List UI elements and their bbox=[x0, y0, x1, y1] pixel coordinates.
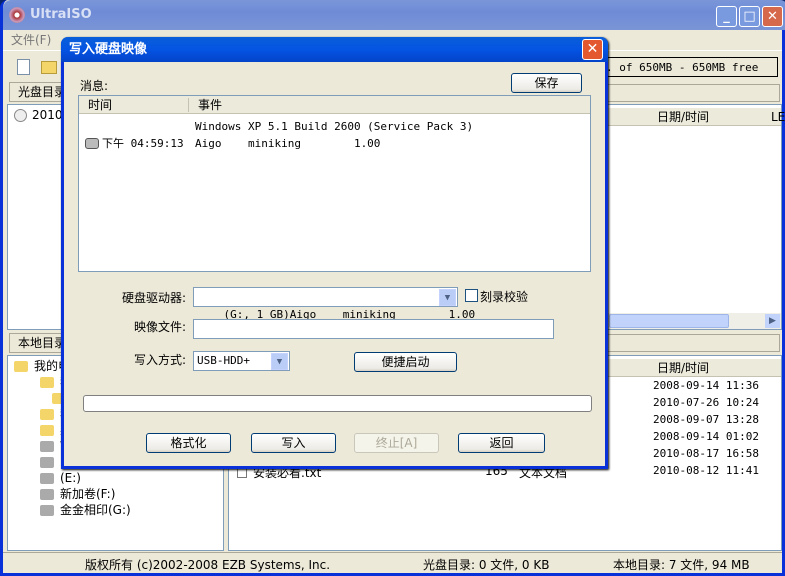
write-method-label: 写入方式: bbox=[133, 353, 186, 367]
scroll-thumb[interactable] bbox=[609, 314, 729, 328]
dialog-title-bar: 写入硬盘映像 ✕ bbox=[61, 37, 608, 62]
file-date: 2008-09-14 01:02 bbox=[653, 430, 759, 443]
dialog-close-button[interactable]: ✕ bbox=[582, 39, 603, 60]
app-title: UltraISO bbox=[30, 7, 92, 22]
column-divider bbox=[188, 98, 189, 112]
progress-bar bbox=[83, 395, 592, 412]
file-date: 2010-08-17 16:58 bbox=[653, 447, 759, 460]
message-log[interactable]: 时间 事件 Windows XP 5.1 Build 2600 (Service… bbox=[78, 95, 591, 272]
local-dir-label: 本地目录 bbox=[18, 336, 67, 350]
write-method-select[interactable]: USB-HDD+ ▼ bbox=[193, 351, 290, 371]
folder-icon bbox=[40, 409, 54, 420]
local-path-bar bbox=[603, 334, 780, 352]
chevron-down-icon[interactable]: ▼ bbox=[439, 289, 456, 306]
file-date: 2008-09-14 11:36 bbox=[653, 379, 759, 392]
verify-checkbox[interactable] bbox=[465, 289, 478, 302]
chevron-down-icon[interactable]: ▼ bbox=[271, 353, 288, 370]
usb-drive-icon bbox=[85, 138, 99, 149]
app-icon bbox=[9, 7, 25, 23]
log-event: Windows XP 5.1 Build 2600 (Service Pack … bbox=[195, 120, 474, 133]
col-time[interactable]: 时间 bbox=[88, 96, 112, 114]
scroll-right-arrow[interactable]: ▶ bbox=[765, 314, 780, 328]
col-date[interactable]: 日期/时间 bbox=[657, 108, 709, 126]
log-event: Aigo miniking 1.00 bbox=[195, 137, 381, 150]
tree-item-label: (E:) bbox=[60, 471, 81, 485]
new-icon[interactable] bbox=[17, 59, 30, 75]
cd-dir-label: 光盘目录 bbox=[18, 85, 67, 99]
folder-icon bbox=[14, 361, 28, 372]
col-date[interactable]: 日期/时间 bbox=[657, 359, 709, 377]
title-bar: UltraISO _ □ ✕ bbox=[3, 0, 785, 30]
image-file-label: 映像文件: bbox=[133, 320, 186, 334]
tree-item-label: 金金相印(G:) bbox=[60, 503, 131, 517]
minimize-button[interactable]: _ bbox=[716, 6, 737, 27]
folder-icon bbox=[40, 425, 54, 436]
file-date: 2010-07-26 10:24 bbox=[653, 396, 759, 409]
log-row: Windows XP 5.1 Build 2600 (Service Pack … bbox=[79, 118, 590, 135]
drive-label: 硬盘驱动器: bbox=[121, 291, 186, 305]
log-header: 时间 事件 bbox=[79, 96, 590, 114]
write-method-value: USB-HDD+ bbox=[197, 354, 250, 367]
verify-label[interactable]: 刻录校验 bbox=[480, 288, 528, 305]
free-space-bar: . of 650MB - 650MB free bbox=[603, 57, 778, 77]
drive-icon bbox=[40, 441, 54, 452]
save-button[interactable]: 保存 bbox=[511, 73, 582, 93]
open-icon[interactable] bbox=[41, 61, 57, 74]
dialog-title: 写入硬盘映像 bbox=[69, 42, 148, 57]
write-button[interactable]: 写入 bbox=[251, 433, 336, 453]
log-time: 下午 04:59:13 bbox=[102, 137, 184, 150]
status-copyright: 版权所有 (c)2002-2008 EZB Systems, Inc. bbox=[85, 558, 331, 572]
tree-item-label: 新加卷(F:) bbox=[60, 487, 116, 501]
close-button[interactable]: ✕ bbox=[762, 6, 783, 27]
back-button[interactable]: 返回 bbox=[458, 433, 545, 453]
write-disk-image-dialog: 写入硬盘映像 ✕ 消息: 保存 时间 事件 Windows XP 5.1 Bui… bbox=[61, 37, 608, 469]
log-row: 下午 04:59:13 Aigo miniking 1.00 bbox=[79, 135, 590, 152]
folder-icon bbox=[40, 377, 54, 388]
quick-boot-button[interactable]: 便捷启动 bbox=[354, 352, 457, 372]
status-bar: 版权所有 (c)2002-2008 EZB Systems, Inc. 光盘目录… bbox=[3, 552, 782, 573]
col-lba[interactable]: LE bbox=[771, 108, 785, 126]
cd-icon bbox=[14, 109, 27, 122]
col-event[interactable]: 事件 bbox=[198, 96, 222, 114]
format-button[interactable]: 格式化 bbox=[146, 433, 231, 453]
free-space-text: . of 650MB - 650MB free bbox=[606, 61, 759, 74]
drive-icon bbox=[40, 457, 54, 468]
messages-label: 消息: bbox=[80, 79, 109, 93]
abort-button[interactable]: 终止[A] bbox=[354, 433, 439, 453]
status-cd: 光盘目录: 0 文件, 0 KB bbox=[423, 558, 550, 572]
maximize-button[interactable]: □ bbox=[739, 6, 760, 27]
status-local: 本地目录: 7 文件, 94 MB bbox=[613, 558, 750, 572]
menu-file[interactable]: 文件(F) bbox=[11, 31, 51, 48]
drive-icon bbox=[40, 489, 54, 500]
file-date: 2008-09-07 13:28 bbox=[653, 413, 759, 426]
image-file-input[interactable] bbox=[193, 319, 554, 339]
right-path-bar bbox=[603, 84, 780, 102]
drive-icon bbox=[40, 473, 54, 484]
drive-select[interactable]: (G:, 1 GB)Aigo miniking 1.00 ▼ bbox=[193, 287, 475, 321]
file-date: 2010-08-12 11:41 bbox=[653, 464, 759, 477]
drive-icon bbox=[40, 505, 54, 516]
